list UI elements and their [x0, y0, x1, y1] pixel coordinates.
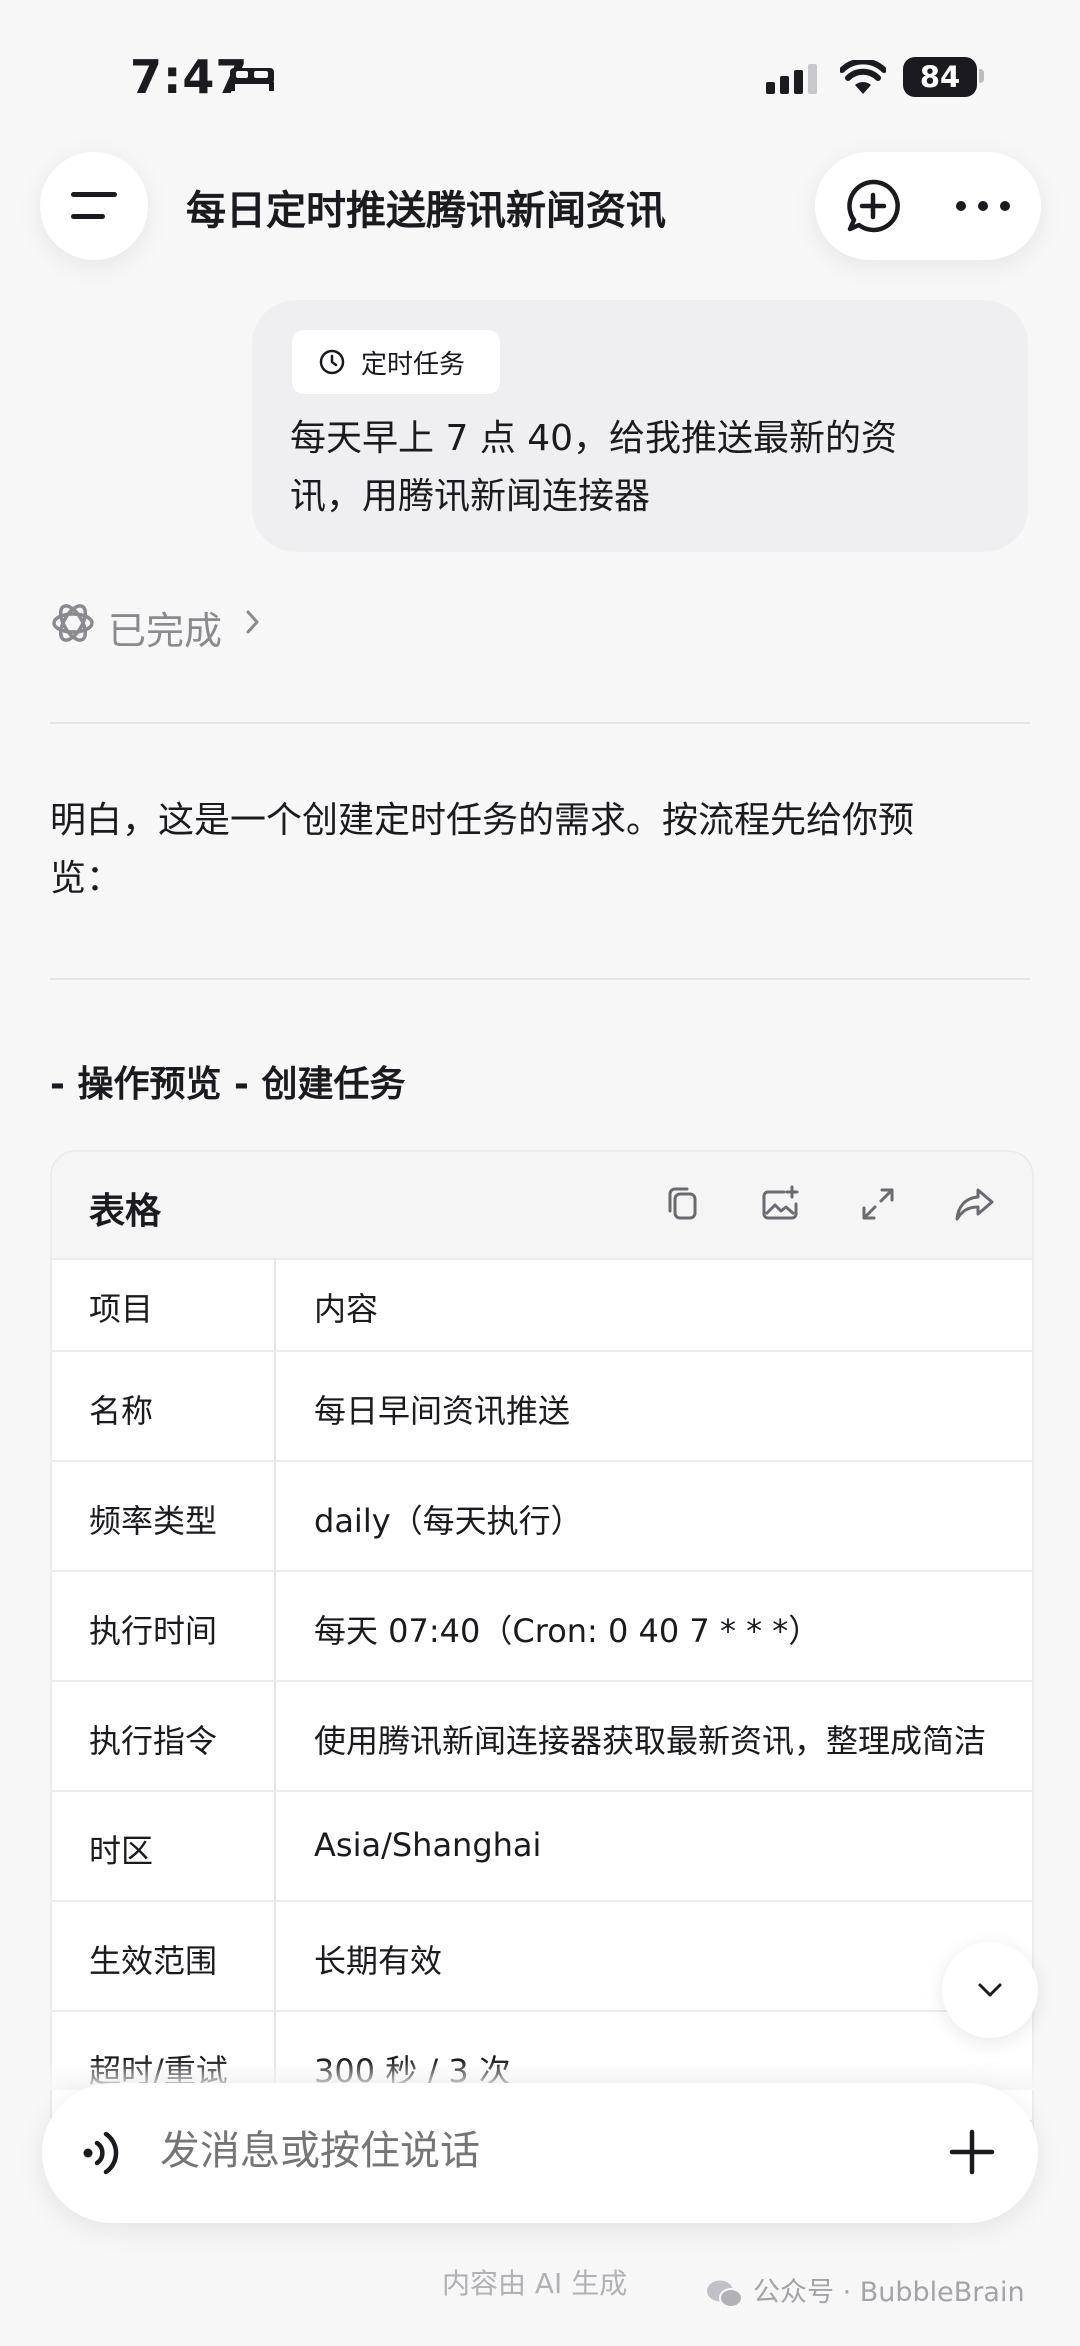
user-message-text: 每天早上 7 点 40，给我推送最新的资 讯，用腾讯新闻连接器 [290, 410, 990, 526]
menu-button[interactable] [40, 152, 148, 260]
divider [50, 978, 1030, 980]
chevron-right-icon[interactable] [244, 608, 262, 636]
table-cell-value: 长期有效 [314, 1942, 443, 1980]
table-row: 执行时间 每天 07:40（Cron: 0 40 7 * * *） [52, 1572, 1032, 1682]
table-card: 表格 项目 内容 名称 每日早间资讯推送 频率类型 daily（每天执行） 执行… [50, 1150, 1034, 2154]
cellular-signal-icon [766, 64, 817, 94]
expand-icon[interactable] [856, 1182, 900, 1226]
clock-icon [319, 349, 345, 375]
table-cell-key: 名称 [89, 1392, 154, 1430]
user-message-line: 讯，用腾讯新闻连接器 [290, 476, 651, 517]
share-icon[interactable] [952, 1182, 998, 1226]
table-title: 表格 [89, 1191, 162, 1232]
table-cell-key: 时区 [89, 1832, 154, 1870]
user-message-line: 每天早上 7 点 40，给我推送最新的资 [290, 418, 898, 459]
table-row: 生效范围 长期有效 [52, 1902, 1032, 2012]
plus-icon[interactable] [948, 2128, 996, 2176]
chevron-down-icon [978, 1983, 1002, 1997]
image-icon[interactable] [758, 1182, 802, 1226]
divider [50, 722, 1030, 724]
table-cell-key: 生效范围 [89, 1942, 218, 1980]
battery-level: 84 [903, 57, 977, 97]
menu-icon-line [71, 214, 105, 219]
section-heading: - 操作预览 - 创建任务 [50, 1064, 406, 1105]
scroll-down-button[interactable] [942, 1942, 1038, 2038]
menu-icon-line [71, 192, 117, 197]
table-cell-key: 频率类型 [89, 1502, 218, 1540]
ai-logo-icon [52, 604, 94, 642]
table-cell-value: 每日早间资讯推送 [314, 1392, 571, 1430]
table-card-header: 表格 [52, 1152, 1032, 1260]
table-cell-key: 执行指令 [89, 1722, 218, 1760]
sleep-focus-icon [230, 68, 274, 91]
table-cell-value: 每天 07:40（Cron: 0 40 7 * * *） [314, 1612, 821, 1650]
table-cell-value: Asia/Shanghai [314, 1826, 542, 1864]
table-row: 时区 Asia/Shanghai [52, 1792, 1032, 1902]
table-row: 名称 每日早间资讯推送 [52, 1352, 1032, 1462]
table-header-cell: 内容 [314, 1290, 379, 1328]
table-cell-value: daily（每天执行） [314, 1502, 583, 1540]
copy-icon[interactable] [660, 1182, 704, 1226]
assistant-intro-line: 明白，这是一个创建定时任务的需求。按流程先给你预 [50, 800, 915, 841]
table-cell-value: 使用腾讯新闻连接器获取最新资讯，整理成简洁 [314, 1722, 987, 1760]
header-actions [815, 152, 1041, 260]
battery-cap [979, 69, 984, 83]
assistant-intro-line: 览： [50, 858, 123, 899]
table-header-cell: 项目 [89, 1290, 154, 1328]
message-input[interactable] [160, 2128, 860, 2174]
ai-disclaimer: 内容由 AI 生成 [442, 2267, 628, 2300]
new-chat-icon[interactable] [845, 178, 901, 234]
table-cell-key: 执行时间 [89, 1612, 218, 1650]
table-header-row: 项目 内容 [52, 1258, 1032, 1352]
wechat-icon [707, 2280, 743, 2308]
status-completed-label[interactable]: 已完成 [108, 600, 222, 655]
wifi-icon [840, 60, 886, 94]
watermark-text: 公众号 · BubbleBrain [753, 2277, 1025, 2308]
scheduled-task-tag-label: 定时任务 [361, 350, 466, 380]
page-title: 每日定时推送腾讯新闻资讯 [186, 188, 666, 234]
table-row: 执行指令 使用腾讯新闻连接器获取最新资讯，整理成简洁 [52, 1682, 1032, 1792]
watermark: 公众号 · BubbleBrain [705, 2270, 1025, 2310]
table-row: 频率类型 daily（每天执行） [52, 1462, 1032, 1572]
assistant-intro-text: 明白，这是一个创建定时任务的需求。按流程先给你预 览： [50, 792, 1010, 908]
more-icon[interactable] [955, 200, 1011, 212]
voice-icon[interactable] [80, 2128, 126, 2178]
